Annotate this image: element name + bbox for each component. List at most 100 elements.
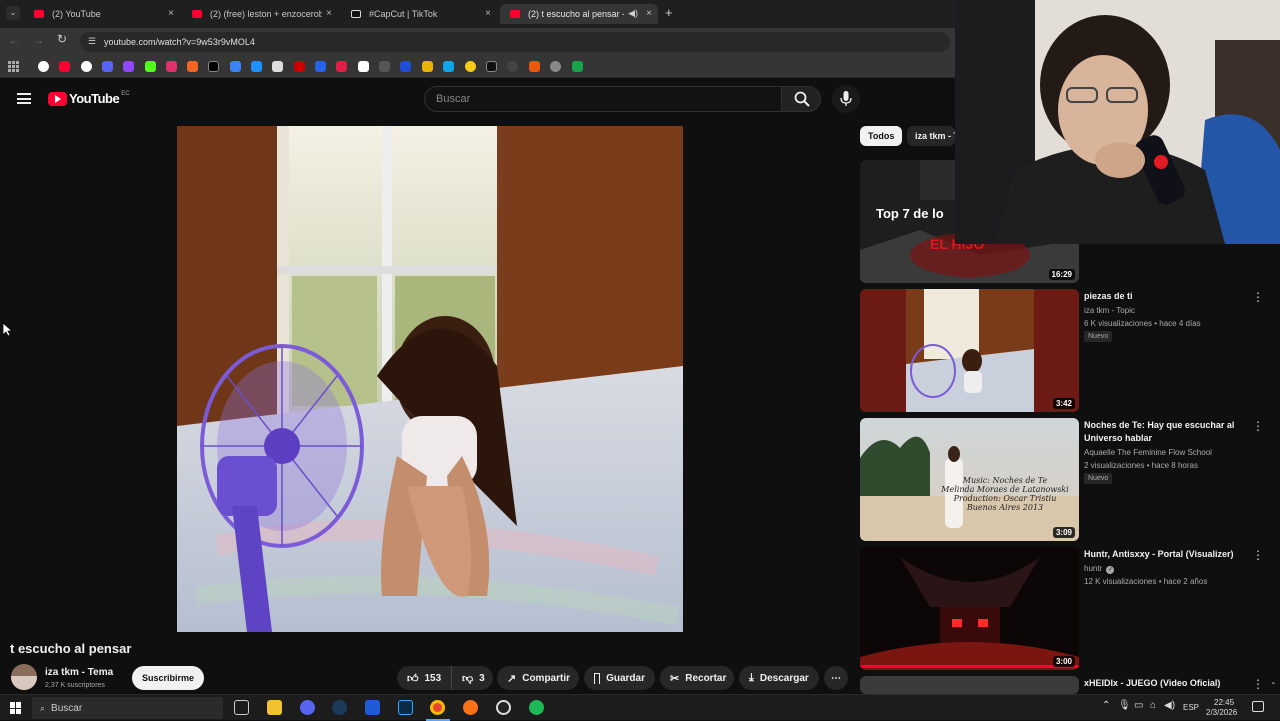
bookmark-icon[interactable] bbox=[336, 61, 347, 72]
reload-icon[interactable]: ↻ bbox=[57, 32, 67, 46]
like-button[interactable]: 👍︎ 153 bbox=[397, 666, 451, 690]
save-button[interactable]: Guardar bbox=[584, 666, 655, 690]
thumbs-up-icon: 👍︎ bbox=[407, 672, 419, 685]
bookmark-icon[interactable] bbox=[443, 61, 454, 72]
bookmark-icon[interactable] bbox=[379, 61, 390, 72]
dislike-button[interactable]: 👎︎ 3 bbox=[451, 666, 493, 690]
app-icon[interactable] bbox=[463, 700, 478, 715]
related-video-thumbnail[interactable]: Music: Noches de Te Melinda Moraes de La… bbox=[860, 418, 1079, 541]
browser-tab-active-video[interactable]: (2) t escucho al pensar - Yo ◀) × bbox=[500, 4, 658, 24]
google-bookmark-icon[interactable] bbox=[38, 61, 49, 72]
bookmark-icon[interactable] bbox=[251, 61, 262, 72]
taskbar-search-input[interactable]: ⌕ Buscar bbox=[32, 697, 223, 719]
obs-icon[interactable] bbox=[496, 700, 511, 715]
bookmark-icon[interactable] bbox=[572, 61, 583, 72]
scroll-down-icon[interactable]: ⌃ bbox=[1270, 681, 1277, 690]
bookmark-icon[interactable] bbox=[550, 61, 561, 72]
close-tab-icon[interactable]: × bbox=[646, 8, 652, 19]
new-badge: Nuevo bbox=[1084, 331, 1113, 342]
related-video-title[interactable]: Huntr, Antisxxy - Portal (Visualizer) bbox=[1084, 548, 1244, 561]
bookmark-icon[interactable] bbox=[422, 61, 433, 72]
related-video-title[interactable]: piezas de ti bbox=[1084, 290, 1244, 303]
windows-start-icon[interactable] bbox=[10, 702, 22, 714]
browser-tab-youtube[interactable]: (2) YouTube × bbox=[24, 4, 180, 24]
chrome-icon[interactable] bbox=[430, 700, 445, 715]
voice-search-button[interactable] bbox=[832, 85, 860, 113]
chip-all[interactable]: Todos bbox=[860, 126, 903, 146]
video-options-icon[interactable]: ⋮ bbox=[1252, 290, 1264, 304]
clock-date[interactable]: 2/3/2026 bbox=[1206, 708, 1237, 717]
bookmark-icon[interactable] bbox=[81, 61, 92, 72]
show-hidden-icons[interactable]: ⌃ bbox=[1102, 700, 1110, 711]
video-options-icon[interactable]: ⋮ bbox=[1252, 677, 1264, 691]
discord-icon[interactable] bbox=[300, 700, 315, 715]
youtube-bookmark-icon[interactable] bbox=[59, 61, 70, 72]
photoshop-icon[interactable] bbox=[398, 700, 413, 715]
apps-grid-icon[interactable] bbox=[8, 61, 19, 72]
bookmark-icon[interactable] bbox=[465, 61, 476, 72]
bookmark-icon[interactable] bbox=[187, 61, 198, 72]
share-button[interactable]: ↗ Compartir bbox=[497, 666, 579, 690]
chip-channel[interactable]: iza tkm - T bbox=[907, 126, 955, 146]
related-video-title[interactable]: xHEIDIx - JUEGO (Video Oficial) bbox=[1084, 677, 1244, 690]
bookmark-icon[interactable] bbox=[102, 61, 113, 72]
more-actions-button[interactable]: ⋯ bbox=[824, 666, 848, 690]
channel-avatar[interactable] bbox=[11, 664, 37, 690]
related-video-thumbnail[interactable]: 3:00 bbox=[860, 547, 1079, 670]
menu-icon[interactable] bbox=[17, 93, 31, 104]
subscribe-button[interactable]: Suscribirme bbox=[132, 666, 204, 690]
vegas-icon[interactable] bbox=[365, 700, 380, 715]
language-indicator[interactable]: ESP bbox=[1183, 703, 1199, 712]
related-video-title[interactable]: Noches de Te: Hay que escuchar al Univer… bbox=[1084, 419, 1244, 445]
bookmark-icon[interactable] bbox=[529, 61, 540, 72]
search-button[interactable] bbox=[781, 86, 821, 112]
related-video-channel[interactable]: Aquaelle The Feminine Flow School bbox=[1084, 447, 1212, 459]
bookmark-icon[interactable] bbox=[294, 61, 305, 72]
volume-icon[interactable]: ◀) bbox=[1164, 700, 1175, 711]
tab-search-dropdown[interactable]: ⌄ bbox=[6, 6, 20, 20]
video-options-icon[interactable]: ⋮ bbox=[1252, 419, 1264, 433]
file-explorer-icon[interactable] bbox=[267, 700, 282, 715]
browser-tab-leston[interactable]: (2) (free) leston + enzocerobull... × bbox=[182, 4, 338, 24]
related-video-thumbnail[interactable] bbox=[860, 676, 1079, 694]
related-video-thumbnail[interactable]: 3:42 bbox=[860, 289, 1079, 412]
microphone-tray-icon[interactable]: 🎙︎ bbox=[1118, 700, 1131, 711]
close-tab-icon[interactable]: × bbox=[326, 8, 332, 19]
bookmark-icon[interactable] bbox=[315, 61, 326, 72]
clip-button[interactable]: ✂ Recortar bbox=[660, 666, 734, 690]
new-tab-button[interactable]: + bbox=[665, 5, 673, 20]
forward-icon[interactable]: → bbox=[32, 33, 44, 47]
bookmark-icon[interactable] bbox=[272, 61, 283, 72]
related-video-channel[interactable]: huntr ✓ bbox=[1084, 563, 1115, 575]
kick-bookmark-icon[interactable] bbox=[145, 61, 156, 72]
close-tab-icon[interactable]: × bbox=[485, 8, 491, 19]
x-bookmark-icon[interactable] bbox=[208, 61, 219, 72]
bookmark-icon[interactable] bbox=[486, 61, 497, 72]
twitch-bookmark-icon[interactable] bbox=[123, 61, 134, 72]
notifications-icon[interactable] bbox=[1252, 701, 1264, 712]
clock-time[interactable]: 22:45 bbox=[1214, 698, 1234, 707]
notion-bookmark-icon[interactable] bbox=[358, 61, 369, 72]
instagram-bookmark-icon[interactable] bbox=[166, 61, 177, 72]
url-field[interactable]: ☰ youtube.com/watch?v=9w53r9vMOL4 bbox=[80, 32, 950, 52]
search-input[interactable]: Buscar bbox=[424, 86, 782, 112]
speaker-icon[interactable]: ◀) bbox=[628, 8, 638, 19]
spotify-icon[interactable] bbox=[529, 700, 544, 715]
browser-tab-tiktok[interactable]: #CapCut | TikTok × bbox=[341, 4, 497, 24]
task-view-icon[interactable] bbox=[234, 700, 249, 715]
video-options-icon[interactable]: ⋮ bbox=[1252, 548, 1264, 562]
back-icon[interactable]: ← bbox=[8, 33, 20, 47]
youtube-logo[interactable]: YouTube EC bbox=[48, 91, 130, 106]
steam-icon[interactable] bbox=[332, 700, 347, 715]
bookmark-icon[interactable] bbox=[230, 61, 241, 72]
site-info-icon[interactable]: ☰ bbox=[88, 36, 96, 47]
bookmark-icon[interactable] bbox=[507, 61, 518, 72]
channel-name[interactable]: iza tkm - Tema bbox=[45, 667, 113, 678]
bookmark-icon[interactable] bbox=[400, 61, 411, 72]
video-player[interactable] bbox=[177, 126, 683, 632]
tray-app-icon[interactable]: ▭ bbox=[1134, 700, 1143, 711]
download-button[interactable]: ⤓ Descargar bbox=[739, 666, 819, 690]
close-tab-icon[interactable]: × bbox=[168, 8, 174, 19]
related-video-channel[interactable]: iza tkm - Topic bbox=[1084, 305, 1135, 317]
network-icon[interactable]: ⌂ bbox=[1150, 700, 1156, 711]
